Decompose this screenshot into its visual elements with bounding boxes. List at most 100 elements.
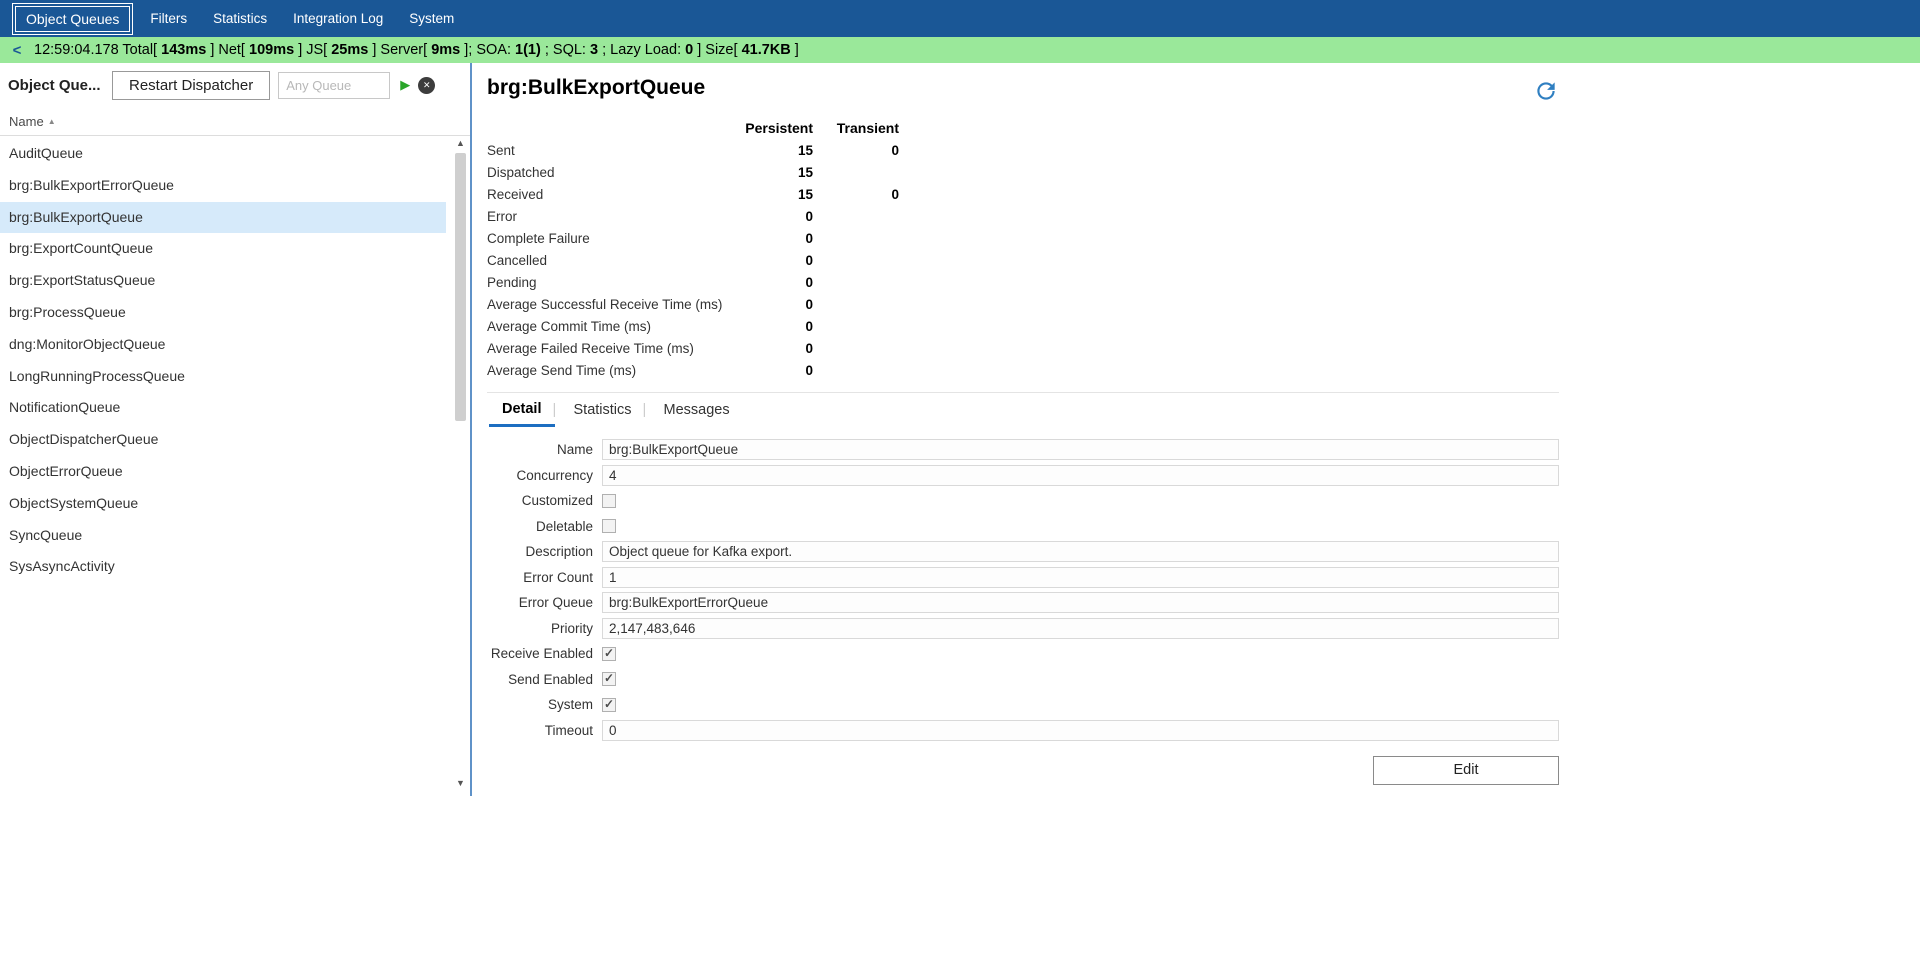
stat-transient-value: 0 bbox=[813, 187, 899, 202]
field-value-input[interactable]: 4 bbox=[602, 465, 1559, 486]
field-control: 1 bbox=[602, 567, 1559, 588]
stat-persistent-value: 0 bbox=[735, 231, 813, 246]
status-segment: ] Server[ bbox=[372, 42, 427, 58]
field-control: 4 bbox=[602, 465, 1559, 486]
nav-item[interactable]: Object Queues bbox=[15, 6, 130, 32]
tab[interactable]: Statistics bbox=[561, 393, 645, 427]
field-label: Concurrency bbox=[487, 468, 593, 483]
queue-list-item[interactable]: SyncQueue bbox=[0, 520, 446, 552]
field-checkbox[interactable] bbox=[602, 519, 616, 533]
queue-list-item[interactable]: brg:ExportStatusQueue bbox=[0, 265, 446, 297]
stat-persistent-value: 0 bbox=[735, 253, 813, 268]
stat-label: Average Commit Time (ms) bbox=[487, 319, 735, 334]
nav-item[interactable]: Integration Log bbox=[282, 5, 394, 32]
stat-row: Error 0 bbox=[487, 205, 1559, 227]
edit-button[interactable]: Edit bbox=[1373, 756, 1559, 785]
stat-label: Received bbox=[487, 187, 735, 202]
queue-list-item[interactable]: AuditQueue bbox=[0, 138, 446, 170]
queue-list-item[interactable]: ObjectDispatcherQueue bbox=[0, 424, 446, 456]
stat-persistent-value: 15 bbox=[735, 165, 813, 180]
field-label: Priority bbox=[487, 621, 593, 636]
field-control bbox=[602, 672, 1559, 686]
queue-list-item[interactable]: brg:ProcessQueue bbox=[0, 297, 446, 329]
column-header-label: Name bbox=[9, 114, 44, 129]
collapse-status-icon[interactable]: < bbox=[0, 42, 34, 59]
field-label: Deletable bbox=[487, 519, 593, 534]
stat-persistent-value: 0 bbox=[735, 319, 813, 334]
scrollbar-thumb[interactable] bbox=[455, 153, 466, 421]
queue-list-item[interactable]: NotificationQueue bbox=[0, 392, 446, 424]
queue-filter-input[interactable] bbox=[278, 72, 390, 99]
field-checkbox[interactable] bbox=[602, 672, 616, 686]
queue-list-item[interactable]: brg:BulkExportErrorQueue bbox=[0, 170, 446, 202]
restart-dispatcher-button[interactable]: Restart Dispatcher bbox=[112, 71, 270, 100]
field-value-input[interactable]: 2,147,483,646 bbox=[602, 618, 1559, 639]
status-segment: 41.7KB bbox=[742, 42, 791, 58]
stat-label: Pending bbox=[487, 275, 735, 290]
status-segment: ]; SOA: bbox=[464, 42, 515, 58]
field-value-input[interactable]: Object queue for Kafka export. bbox=[602, 541, 1559, 562]
refresh-icon[interactable] bbox=[1533, 78, 1559, 104]
field-control bbox=[602, 519, 1559, 533]
field-value-input[interactable]: brg:BulkExportErrorQueue bbox=[602, 592, 1559, 613]
form-field-row: Receive Enabled bbox=[487, 643, 1559, 664]
field-label: Error Queue bbox=[487, 595, 593, 610]
queue-list-item[interactable]: dng:MonitorObjectQueue bbox=[0, 329, 446, 361]
stat-row: Dispatched 15 bbox=[487, 161, 1559, 183]
scroll-down-icon[interactable] bbox=[454, 777, 467, 790]
list-scrollbar[interactable] bbox=[454, 137, 467, 790]
queue-list-panel: Object Que... Restart Dispatcher Name Au… bbox=[0, 63, 472, 796]
status-segment: ] JS[ bbox=[298, 42, 327, 58]
debug-status-bar: < 12:59:04.178 Total[ 143ms ] Net[ 109ms… bbox=[0, 37, 1920, 63]
nav-items: Object Queues Filters Statistics Integra… bbox=[8, 0, 467, 37]
tab[interactable]: Detail bbox=[489, 393, 555, 427]
queue-detail-panel: brg:BulkExportQueue Persistent Transient bbox=[472, 63, 1920, 796]
scroll-up-icon[interactable] bbox=[454, 137, 467, 150]
queue-stats-table: Persistent Transient Sent 15 0 Dispatche… bbox=[487, 117, 1559, 381]
queue-list-item[interactable]: SysAsyncActivity bbox=[0, 551, 446, 583]
field-checkbox[interactable] bbox=[602, 647, 616, 661]
queue-list-item[interactable]: ObjectErrorQueue bbox=[0, 456, 446, 488]
stat-row: Cancelled 0 bbox=[487, 249, 1559, 271]
nav-item[interactable]: Filters bbox=[139, 5, 198, 32]
stat-row: Pending 0 bbox=[487, 271, 1559, 293]
field-label: Receive Enabled bbox=[487, 646, 593, 661]
status-segment: 0 bbox=[685, 42, 693, 58]
clear-filter-icon[interactable] bbox=[418, 77, 435, 94]
detail-tabs: Detail Statistics Messages bbox=[487, 392, 1559, 427]
queue-list-item[interactable]: brg:BulkExportQueue bbox=[0, 202, 446, 234]
status-segment: 12:59:04.178 Total[ bbox=[34, 42, 157, 58]
field-value-input[interactable]: brg:BulkExportQueue bbox=[602, 439, 1559, 460]
nav-item[interactable]: Statistics bbox=[202, 5, 278, 32]
tab[interactable]: Messages bbox=[651, 393, 743, 427]
status-segment: 143ms bbox=[161, 42, 206, 58]
stat-label: Cancelled bbox=[487, 253, 735, 268]
field-value-input[interactable]: 0 bbox=[602, 720, 1559, 741]
nav-item[interactable]: System bbox=[398, 5, 465, 32]
stat-persistent-value: 0 bbox=[735, 363, 813, 378]
column-header-name[interactable]: Name bbox=[0, 107, 470, 136]
run-filter-icon[interactable] bbox=[400, 77, 410, 93]
field-control: 0 bbox=[602, 720, 1559, 741]
field-control: 2,147,483,646 bbox=[602, 618, 1559, 639]
field-value-input[interactable]: 1 bbox=[602, 567, 1559, 588]
status-segment: ] Net[ bbox=[210, 42, 245, 58]
panel-title: Object Que... bbox=[8, 77, 104, 94]
field-checkbox[interactable] bbox=[602, 494, 616, 508]
status-segment: 9ms bbox=[431, 42, 460, 58]
status-segment: 25ms bbox=[331, 42, 368, 58]
stat-label: Dispatched bbox=[487, 165, 735, 180]
queue-list-item[interactable]: brg:ExportCountQueue bbox=[0, 233, 446, 265]
queue-list-item[interactable]: LongRunningProcessQueue bbox=[0, 361, 446, 393]
form-field-row: Name brg:BulkExportQueue bbox=[487, 439, 1559, 460]
field-control: Object queue for Kafka export. bbox=[602, 541, 1559, 562]
form-field-row: Send Enabled bbox=[487, 669, 1559, 690]
field-label: Customized bbox=[487, 493, 593, 508]
stat-persistent-value: 0 bbox=[735, 341, 813, 356]
queue-panel-header: Object Que... Restart Dispatcher bbox=[0, 63, 470, 107]
form-field-row: Customized bbox=[487, 490, 1559, 511]
detail-header: brg:BulkExportQueue bbox=[487, 76, 1559, 104]
stat-row: Average Failed Receive Time (ms) 0 bbox=[487, 337, 1559, 359]
queue-list-item[interactable]: ObjectSystemQueue bbox=[0, 488, 446, 520]
field-checkbox[interactable] bbox=[602, 698, 616, 712]
